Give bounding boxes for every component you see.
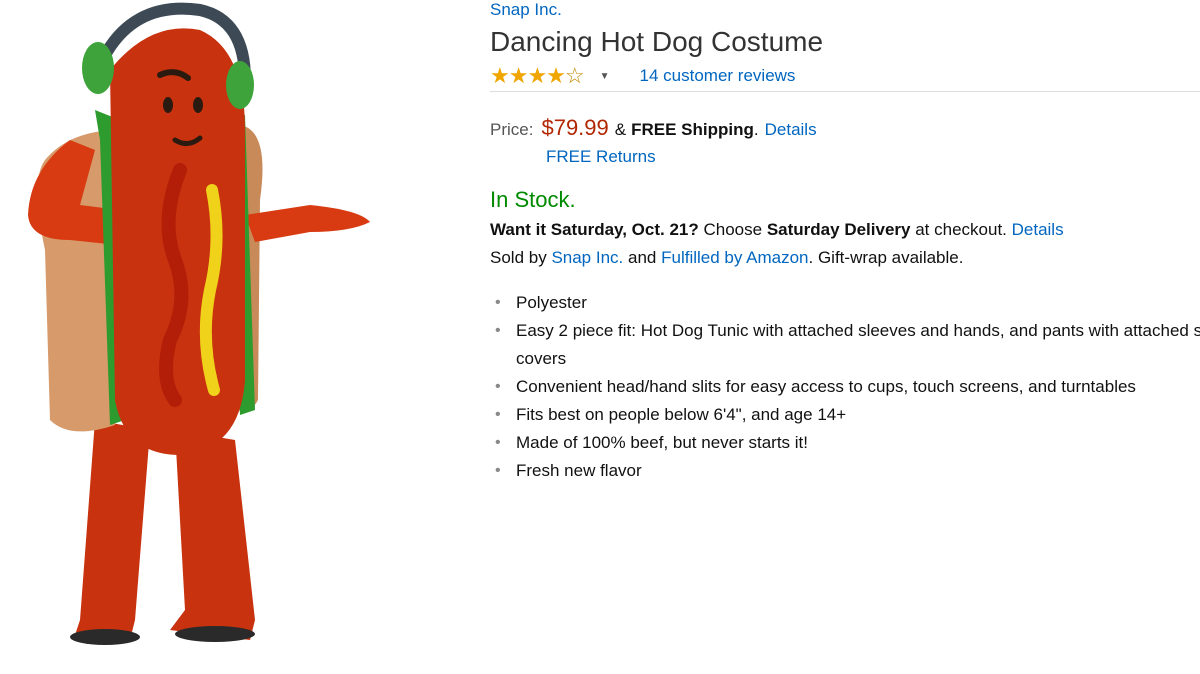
customer-reviews-link[interactable]: 14 customer reviews (640, 66, 796, 86)
product-title: Dancing Hot Dog Costume (490, 26, 824, 57)
delivery-option: Saturday Delivery (766, 220, 911, 239)
fulfilled-by-amazon-link[interactable]: Fulfilled by Amazon (661, 248, 808, 267)
chevron-down-icon[interactable]: ▼ (600, 71, 610, 82)
gift-wrap-text: . Gift-wrap available. (808, 248, 964, 267)
product-info: Snap Inc. Dancing Hot Dog Costume ★★★★☆ … (490, 0, 1200, 674)
rating-row: ★★★★☆ ▼ 14 customer reviews (490, 64, 795, 88)
free-shipping-label: FREE Shipping (631, 120, 754, 139)
sold-by-message: Sold by Snap Inc. and Fulfilled by Amazo… (490, 248, 963, 268)
sold-by-label: Sold by (490, 248, 547, 267)
delivery-choose: Choose (703, 220, 763, 239)
feature-item: Polyester (490, 289, 1200, 317)
price-value: $79.99 (541, 115, 609, 140)
feature-bullets: Polyester Easy 2 piece fit: Hot Dog Tuni… (490, 289, 1200, 485)
delivery-date: Want it Saturday, Oct. 21? (490, 220, 699, 239)
divider (490, 91, 1200, 92)
delivery-details-link[interactable]: Details (1012, 220, 1064, 239)
feature-item: Made of 100% beef, but never starts it! (490, 429, 1200, 457)
price-ampersand: & (614, 120, 627, 139)
feature-item: Fits best on people below 6'4", and age … (490, 401, 1200, 429)
star-rating-icon[interactable]: ★★★★☆ (490, 65, 585, 87)
price-label: Price: (490, 120, 534, 139)
feature-item: Easy 2 piece fit: Hot Dog Tunic with att… (490, 317, 1200, 373)
brand-link[interactable]: Snap Inc. (490, 0, 562, 20)
delivery-checkout: at checkout. (915, 220, 1007, 239)
product-image[interactable] (0, 0, 470, 674)
stock-status: In Stock. (490, 187, 576, 212)
sold-and: and (628, 248, 657, 267)
feature-item: Convenient head/hand slits for easy acce… (490, 373, 1200, 401)
feature-item: Fresh new flavor (490, 457, 1200, 485)
delivery-message: Want it Saturday, Oct. 21? Choose Saturd… (490, 220, 1064, 240)
price-row: Price: $79.99 & FREE Shipping. Details (490, 115, 817, 140)
shipping-details-link[interactable]: Details (765, 120, 817, 140)
free-returns-link[interactable]: FREE Returns (546, 147, 656, 167)
seller-link[interactable]: Snap Inc. (551, 248, 623, 267)
